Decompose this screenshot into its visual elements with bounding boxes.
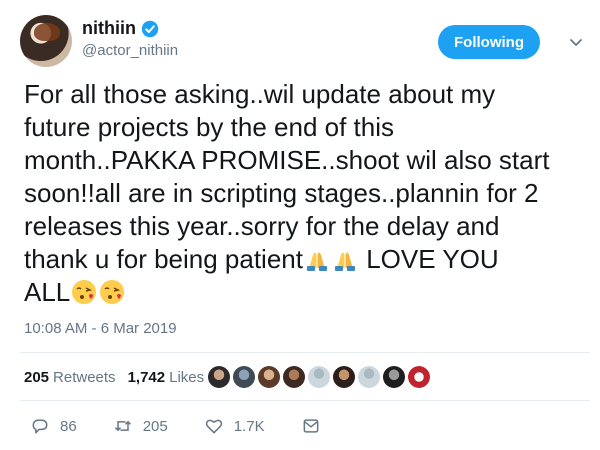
- verified-badge-icon: [141, 20, 159, 37]
- envelope-icon: [303, 419, 318, 433]
- retweets-label: Retweets: [53, 368, 116, 386]
- liker-avatar[interactable]: [258, 366, 280, 388]
- liker-avatar[interactable]: [333, 366, 355, 388]
- divider: [20, 400, 590, 401]
- tweet-line-segment: thank u for being patient: [24, 244, 303, 274]
- like-button[interactable]: 1.7K: [204, 416, 265, 436]
- tweet-line-with-emoji: thank u for being patient LOVE YOU: [24, 243, 584, 276]
- liker-avatar[interactable]: [358, 366, 380, 388]
- likes-stat[interactable]: 1,742 Likes: [128, 369, 205, 386]
- liker-avatar[interactable]: [233, 366, 255, 388]
- like-count: 1.7K: [233, 417, 265, 435]
- liker-avatar[interactable]: [283, 366, 305, 388]
- display-name[interactable]: nithiin: [82, 18, 136, 39]
- retweets-count: 205: [24, 368, 50, 386]
- retweet-count: 205: [142, 417, 168, 435]
- display-name-row: nithiin: [82, 18, 178, 39]
- tweet-line: month..PAKKA PROMISE..shoot wil also sta…: [24, 145, 550, 175]
- tweet-line-with-emoji: ALL: [24, 276, 584, 309]
- reply-icon: [32, 419, 48, 434]
- liker-avatar[interactable]: [383, 366, 405, 388]
- following-button[interactable]: Following: [438, 25, 540, 59]
- tweet-line: future projects by the end of this: [24, 112, 394, 142]
- retweets-stat[interactable]: 205 Retweets: [24, 369, 116, 386]
- tweet-timestamp[interactable]: 10:08 AM - 6 Mar 2019: [24, 320, 177, 337]
- face-blowing-kiss-emoji: [72, 280, 97, 304]
- tweet-line: releases this year..sorry for the delay …: [24, 211, 500, 241]
- direct-message-button[interactable]: [301, 416, 331, 436]
- heart-icon: [205, 419, 222, 434]
- likes-count: 1,742: [127, 368, 166, 386]
- divider: [20, 352, 590, 353]
- liker-avatar[interactable]: [308, 366, 330, 388]
- user-names: nithiin @actor_nithiin: [82, 18, 178, 59]
- tweet-header: nithiin @actor_nithiin Following: [20, 10, 590, 67]
- tweet-line-segment: ALL: [24, 277, 71, 307]
- liker-avatar[interactable]: [208, 366, 230, 388]
- liker-avatar[interactable]: [408, 366, 430, 388]
- liker-avatars: [208, 362, 433, 392]
- folded-hands-emoji: [306, 252, 327, 271]
- retweet-button[interactable]: 205: [113, 416, 168, 436]
- tweet-text: For all those asking..wil update about m…: [24, 78, 584, 309]
- tweet-line: For all those asking..wil update about m…: [24, 79, 496, 109]
- retweet-icon: [114, 420, 131, 432]
- reply-button[interactable]: 86: [30, 416, 77, 436]
- user-handle[interactable]: @actor_nithiin: [82, 42, 178, 59]
- tweet-actions: 86 205 1.7K: [30, 414, 367, 438]
- likes-label: Likes: [169, 368, 205, 386]
- face-blowing-kiss-emoji: [100, 280, 125, 304]
- chevron-down-icon[interactable]: [568, 34, 584, 50]
- folded-hands-emoji: [334, 252, 355, 271]
- tweet-line: soon!!all are in scripting stages..plann…: [24, 178, 539, 208]
- reply-count: 86: [60, 417, 77, 435]
- avatar[interactable]: [20, 15, 72, 67]
- engagement-stats: 205 Retweets 1,742 Likes: [24, 362, 216, 392]
- tweet-line-segment: LOVE YOU: [366, 244, 499, 274]
